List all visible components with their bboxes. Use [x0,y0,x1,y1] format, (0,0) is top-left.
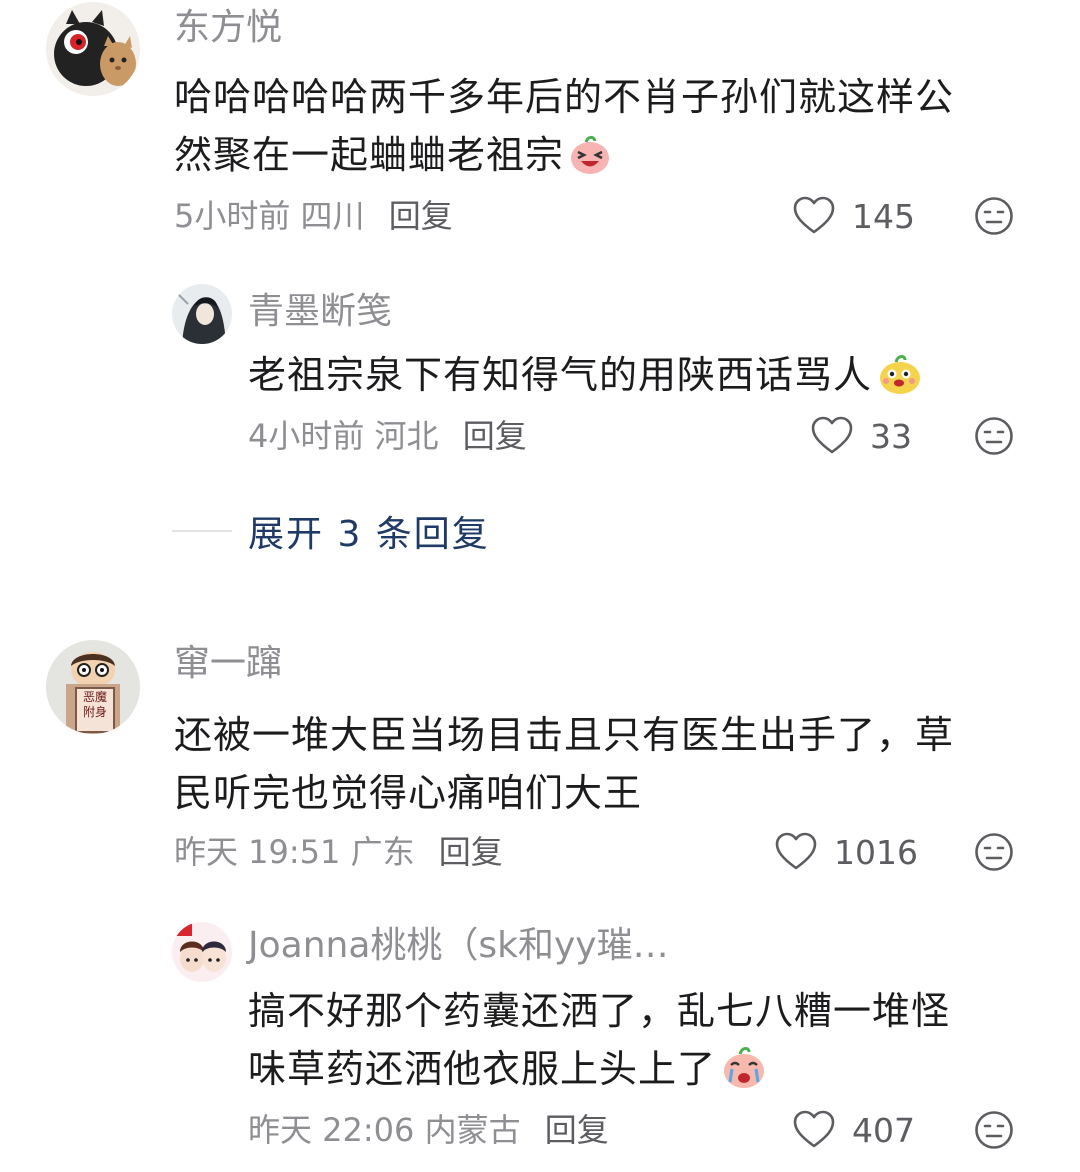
dislike-face-icon[interactable] [974,196,1014,236]
heart-outline-icon [793,196,835,234]
comment-meta: 昨天 19:51 广东 回复 [174,832,503,872]
heart-outline-icon [811,416,853,454]
anime-couple-avatar-icon [172,922,232,982]
reply-item: 青墨断笺 老祖宗泉下有知得气的用陕西话骂人 4小时前 河北 回复 33 [0,280,1080,480]
like-button[interactable]: 145 [792,194,915,238]
comment-line: 哈哈哈哈哈两千多年后的不肖子孙们就这样公 [174,75,955,119]
like-count: 407 [852,1110,915,1150]
comment-item: 东方悦 哈哈哈哈哈两千多年后的不肖子孙们就这样公 然聚在一起蛐蛐老祖宗 5小时前… [0,0,1080,250]
reply-line: 搞不好那个药囊还洒了，乱七八糟一堆怪 [248,989,951,1033]
comment-username[interactable]: 东方悦 [174,6,282,50]
reply-line: 老祖宗泉下有知得气的用陕西话骂人 [248,353,873,397]
reply-content: 老祖宗泉下有知得气的用陕西话骂人 [248,346,924,412]
reply-username[interactable]: Joanna桃桃（sk和yy璀… [248,924,669,968]
comment-line: 然聚在一起蛐蛐老祖宗 [174,133,565,177]
smiling-face-emoji-icon [876,350,924,412]
avatar[interactable] [172,922,232,982]
reply-username[interactable]: 青墨断笺 [248,290,392,334]
reply-meta: 4小时前 河北 回复 [248,416,527,456]
like-button[interactable]: 33 [810,414,912,458]
reply-content: 搞不好那个药囊还洒了，乱七八糟一堆怪 味草药还洒他衣服上头上了 [248,982,950,1106]
heart-outline-icon [793,1110,835,1148]
reply-time: 昨天 22:06 [248,1111,415,1149]
laughing-face-emoji-icon [568,132,612,192]
like-button[interactable]: 1016 [774,830,918,874]
dislike-face-icon[interactable] [974,832,1014,872]
divider [172,530,232,532]
reply-button[interactable]: 回复 [439,833,503,871]
reply-time: 4小时前 [248,417,365,455]
comment-content: 还被一堆大臣当场目击且只有医生出手了，草 民听完也觉得心痛咱们大王 [174,706,954,822]
comment-username[interactable]: 窜一蹿 [174,642,282,686]
avatar-caption: 恶魔附身 [82,690,107,719]
reply-button[interactable]: 回复 [389,197,453,235]
avatar[interactable] [172,284,232,344]
reply-item: Joanna桃桃（sk和yy璀… 搞不好那个药囊还洒了，乱七八糟一堆怪 味草药还… [0,918,1080,1172]
cartoon-cat-avatar-icon [46,2,140,96]
reply-button[interactable]: 回复 [463,417,527,455]
reply-location: 河北 [374,417,439,455]
avatar[interactable]: 恶魔附身 [46,640,140,734]
comment-meta: 5小时前 四川 回复 [174,196,453,236]
comment-location: 四川 [300,197,365,235]
comment-line: 还被一堆大臣当场目击且只有医生出手了，草 [174,713,955,757]
comment-line: 民听完也觉得心痛咱们大王 [174,771,643,815]
like-count: 1016 [834,832,918,872]
reply-button[interactable]: 回复 [545,1111,609,1149]
comment-location: 广东 [350,833,415,871]
comment-time: 5小时前 [174,197,291,235]
reply-meta: 昨天 22:06 内蒙古 回复 [248,1110,609,1150]
dislike-face-icon[interactable] [974,1110,1014,1150]
reply-line: 味草药还洒他衣服上头上了 [248,1047,717,1091]
heart-outline-icon [775,832,817,870]
expand-replies-label: 展开 3 条回复 [248,514,490,555]
comment-content: 哈哈哈哈哈两千多年后的不肖子孙们就这样公 然聚在一起蛐蛐老祖宗 [174,68,954,192]
avatar[interactable] [46,2,140,96]
like-count: 145 [852,196,915,236]
crying-face-emoji-icon [720,1042,768,1106]
like-button[interactable]: 407 [792,1108,915,1152]
dislike-face-icon[interactable] [974,416,1014,456]
ink-portrait-avatar-icon [172,284,232,344]
comment-time: 昨天 19:51 [174,833,341,871]
expand-replies-button[interactable]: 展开 3 条回复 [172,508,490,555]
like-count: 33 [870,416,912,456]
reply-location: 内蒙古 [424,1111,521,1149]
comment-item: 恶魔附身 窜一蹿 还被一堆大臣当场目击且只有医生出手了，草 民听完也觉得心痛咱们… [0,636,1080,886]
